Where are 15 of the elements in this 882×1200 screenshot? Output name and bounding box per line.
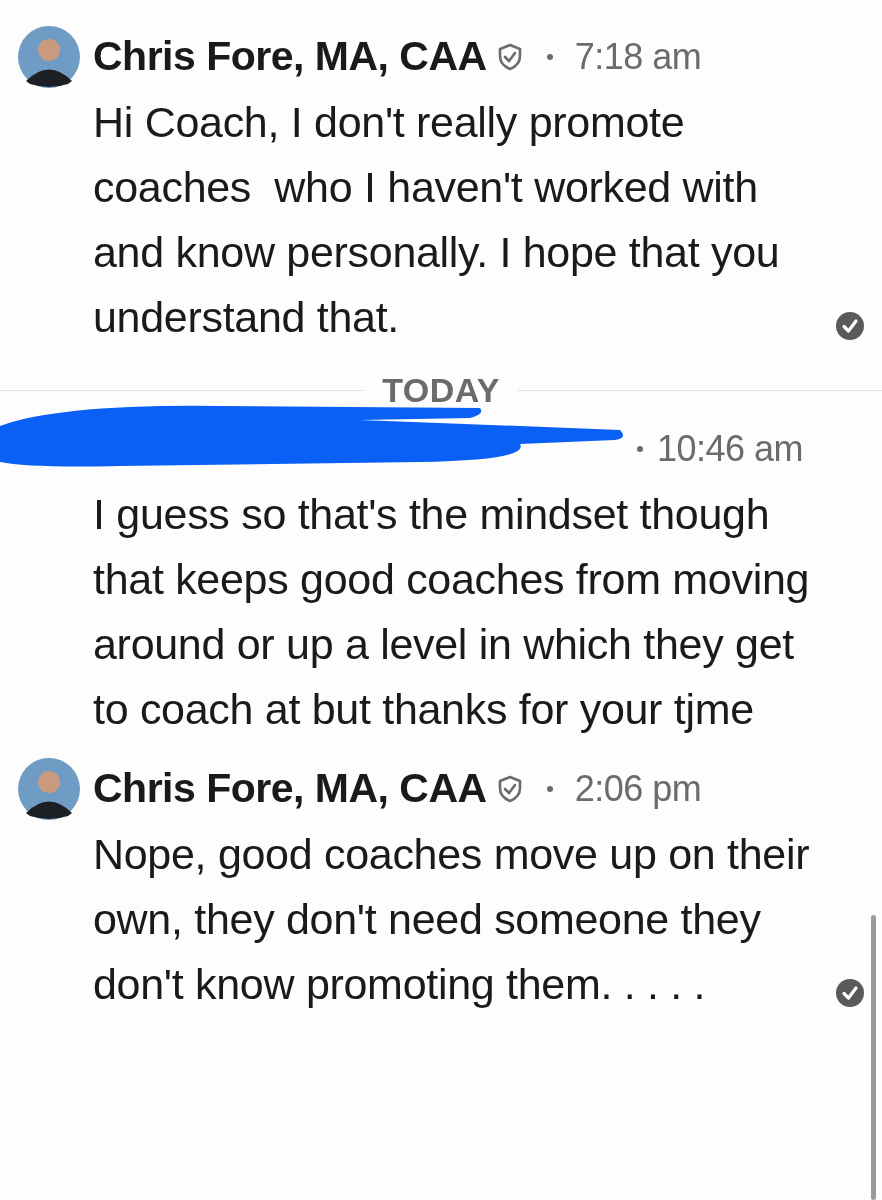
date-divider-label: TODAY bbox=[381, 369, 501, 411]
message-time: 10:46 am bbox=[657, 427, 804, 471]
message-time: 7:18 am bbox=[574, 35, 702, 79]
dot-separator-icon bbox=[546, 54, 553, 60]
sender-name[interactable]: Chris Fore, MA, CAA bbox=[93, 758, 487, 820]
message-text: I guess so that's the mindset though that keeps good coaches from moving around or up a level in which they get to coach at but thanks for your tjme bbox=[93, 489, 811, 735]
sender-name[interactable]: Chris Fore, MA, CAA bbox=[93, 26, 487, 88]
message-time: 2:06 pm bbox=[574, 767, 702, 811]
scrollbar[interactable] bbox=[871, 915, 876, 1200]
dot-separator-icon bbox=[637, 446, 643, 452]
message-text: Hi Coach, I don't really promote coaches who I haven't worked with and know personally. I hope that you understand that. bbox=[93, 97, 781, 343]
avatar[interactable] bbox=[18, 26, 80, 88]
avatar[interactable] bbox=[18, 758, 80, 820]
dot-separator-icon bbox=[546, 786, 553, 792]
message-text: Nope, good coaches move up on their own, they don't need someone they don't know promoting them. . . . . bbox=[93, 829, 811, 1010]
